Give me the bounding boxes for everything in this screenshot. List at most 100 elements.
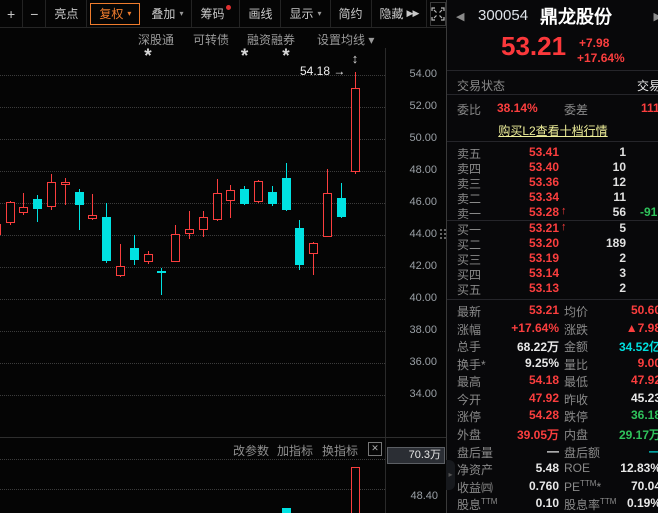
volume-pane[interactable] xyxy=(0,438,385,513)
price-change: +7.98 xyxy=(579,36,609,50)
subbar-link-sz-connect[interactable]: 深股通 xyxy=(138,31,174,48)
ask-row[interactable]: 卖五53.411 xyxy=(447,145,658,160)
stat-value: 53.21 xyxy=(485,303,559,317)
quote-panel: ◀ 300054 鼎龙股份 ▶ 53.21 +7.98 +17.64% 交易状态… xyxy=(446,0,658,513)
candle[interactable] xyxy=(254,181,263,203)
axis-tick-label: 52.00 xyxy=(409,100,437,112)
bid-row[interactable]: 买一53.21↑5 xyxy=(447,221,658,236)
stats-row: 股息TTM0.10股息率TTM0.19% xyxy=(447,495,658,513)
ask-row[interactable]: 卖二53.3411 xyxy=(447,190,658,205)
bid-row[interactable]: 买五53.132 xyxy=(447,281,658,296)
toolbar-button-chip-distribution[interactable]: 筹码 xyxy=(192,0,240,27)
toolbar-button-label: 显示 xyxy=(289,5,313,22)
subbar-link-ma-settings[interactable]: 设置均线 ▾ xyxy=(317,31,374,48)
toolbar-button-highlights[interactable]: 亮点 xyxy=(46,0,87,27)
bid-row[interactable]: 买四53.143 xyxy=(447,266,658,281)
axis-divider xyxy=(385,48,386,513)
fullscreen-icon xyxy=(431,7,445,21)
candle[interactable] xyxy=(185,229,194,235)
candle[interactable] xyxy=(309,243,318,254)
candle[interactable] xyxy=(323,193,332,236)
candle[interactable] xyxy=(33,199,42,209)
volume-cell: 3 xyxy=(566,266,626,280)
candle[interactable] xyxy=(337,198,346,217)
stat-value: 9.00 xyxy=(585,356,658,370)
double-arrow-icon: ▶▶ xyxy=(407,8,419,19)
divider xyxy=(447,94,658,95)
toolbar-button-zoom-out[interactable]: − xyxy=(23,0,46,27)
candle[interactable] xyxy=(144,254,153,262)
toolbar-button-zoom-in[interactable]: + xyxy=(0,0,23,27)
chart-toolbar: +−亮点复权 ▾ 叠加▾筹码画线显示 ▾ 简约隐藏▶▶ xyxy=(0,0,446,28)
stat-value: 29.17万 xyxy=(585,426,658,443)
toolbar-button-adjust-mode[interactable]: 复权 ▾ xyxy=(90,3,140,25)
toolbar-button-label: 复权 xyxy=(99,5,123,22)
stat-value: 47.92 xyxy=(485,391,559,405)
chevron-down-icon: ▾ xyxy=(127,9,131,18)
bid-row[interactable]: 买二53.20189 xyxy=(447,236,658,251)
candle[interactable] xyxy=(351,88,360,173)
toolbar-button-display[interactable]: 显示 ▾ xyxy=(281,0,330,27)
weibi-value: 38.14% xyxy=(497,101,538,115)
candle[interactable] xyxy=(116,266,125,276)
bid-level-label: 买五 xyxy=(457,281,481,298)
volume-cell: 189 xyxy=(566,236,626,250)
candle[interactable] xyxy=(6,202,15,223)
candle[interactable] xyxy=(240,189,249,204)
toolbar-button-overlay[interactable]: 叠加▾ xyxy=(143,0,192,27)
price-axis: 54.0052.0050.0048.0046.0044.0042.0040.00… xyxy=(385,48,445,437)
toolbar-button-simple-mode[interactable]: 简约 xyxy=(331,0,372,27)
stats-row: 换手*9.25%量比9.00 xyxy=(447,355,658,373)
stat-value: 68.22万 xyxy=(485,338,559,355)
candle-wick xyxy=(189,211,190,239)
toolbar-button-label: 画线 xyxy=(248,5,272,22)
candle[interactable] xyxy=(282,178,291,210)
candle[interactable] xyxy=(171,234,180,262)
subbar-link-margin-trading[interactable]: 融资融券 xyxy=(247,31,295,48)
candle[interactable] xyxy=(75,192,84,205)
stats-row: 涨停54.28跌停36.18 xyxy=(447,407,658,425)
axis-drag-grip[interactable] xyxy=(440,229,442,231)
chevron-down-icon: ▾ xyxy=(318,9,322,18)
bid-row[interactable]: 买三53.192 xyxy=(447,251,658,266)
candle[interactable] xyxy=(61,182,70,185)
stat-value: 9.25% xyxy=(485,356,559,370)
axis-tick-label: 36.00 xyxy=(409,356,437,368)
ask-row[interactable]: 卖一53.28↑56-91 xyxy=(447,205,658,221)
candle[interactable] xyxy=(268,192,277,204)
gridline xyxy=(0,331,385,332)
volume-axis-tick-label: 48.40 xyxy=(385,490,438,502)
stat-value: 34.52亿 xyxy=(585,338,658,355)
ask-row[interactable]: 卖三53.3612 xyxy=(447,175,658,190)
candle[interactable] xyxy=(213,193,222,219)
stat-value: 0.19% xyxy=(585,496,658,510)
fullscreen-button[interactable] xyxy=(430,2,446,26)
toolbar-button-draw-line[interactable]: 画线 xyxy=(240,0,281,27)
stock-code: 300054 xyxy=(478,7,528,24)
stats-row: 外盘39.05万内盘29.17万 xyxy=(447,425,658,443)
candle[interactable] xyxy=(130,248,139,260)
subbar-link-convertible-bond[interactable]: 可转债 xyxy=(193,31,229,48)
buy-l2-link[interactable]: 购买L2查看十档行情 xyxy=(447,122,658,139)
candle[interactable] xyxy=(295,228,304,266)
candle[interactable] xyxy=(19,207,28,213)
candle[interactable] xyxy=(199,217,208,230)
trade-status-value: 交易中 xyxy=(637,77,658,94)
axis-tick-label: 46.00 xyxy=(409,196,437,208)
stats-grid: 最新53.21均价50.60涨幅+17.64%涨跌▲7.98总手68.22万金额… xyxy=(447,302,658,513)
candle[interactable] xyxy=(0,224,1,235)
candlestick-chart[interactable]: ***↕54.18 → xyxy=(0,48,385,437)
candle[interactable] xyxy=(226,190,235,201)
price-cell: 53.41 xyxy=(485,145,559,159)
candle[interactable] xyxy=(47,182,56,207)
ask-row[interactable]: 卖四53.4010 xyxy=(447,160,658,175)
candle[interactable] xyxy=(157,271,166,273)
prev-stock-arrow-icon[interactable]: ◀ xyxy=(456,10,464,23)
toolbar-button-hide[interactable]: 隐藏▶▶ xyxy=(372,0,428,27)
candle[interactable] xyxy=(88,215,97,219)
candle[interactable] xyxy=(102,217,111,260)
divider xyxy=(447,70,658,71)
next-stock-arrow-icon[interactable]: ▶ xyxy=(654,10,658,23)
stats-row: 最新53.21均价50.60 xyxy=(447,302,658,320)
panel-collapse-handle[interactable]: ▸ xyxy=(446,460,455,490)
